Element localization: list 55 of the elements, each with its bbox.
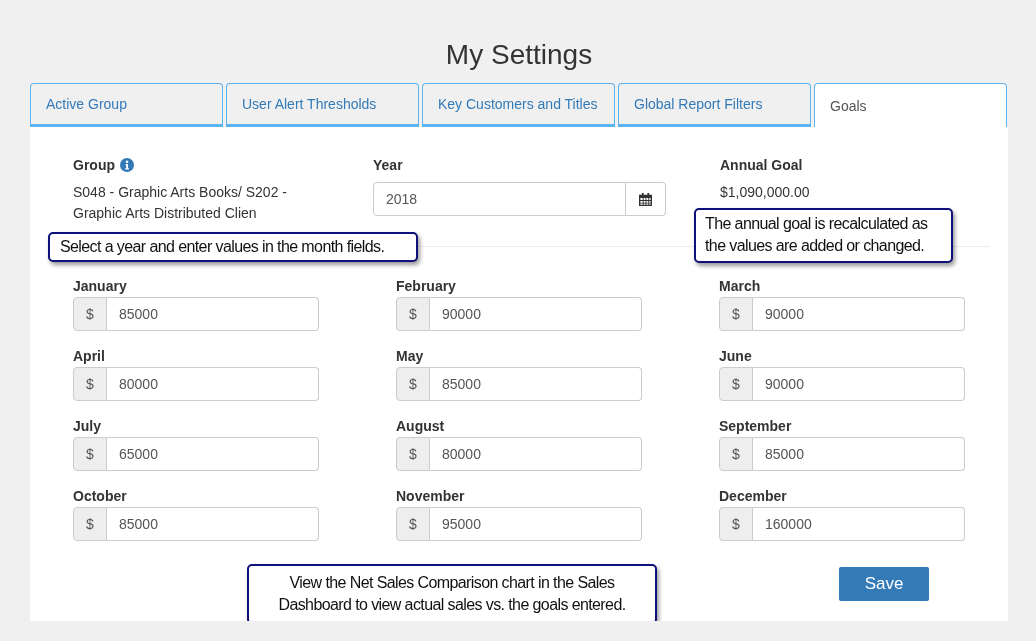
field-label: Annual Goal bbox=[720, 156, 803, 175]
callout-note: View the Net Sales Comparison chart in the Sales Dashboard to view actual sales vs. the goals entered. bbox=[247, 564, 657, 621]
currency-prefix: $ bbox=[73, 297, 107, 331]
callout-note: The annual goal is recalculated as the values are added or changed. bbox=[694, 208, 953, 263]
amount-input[interactable]: 85000 bbox=[107, 297, 319, 331]
month-label: March bbox=[719, 278, 761, 295]
field-label: Group bbox=[73, 156, 115, 175]
field-label: Year bbox=[373, 156, 403, 175]
amount-input[interactable]: 80000 bbox=[430, 437, 642, 471]
currency-prefix: $ bbox=[396, 507, 430, 541]
currency-prefix: $ bbox=[396, 437, 430, 471]
month-label: October bbox=[73, 488, 127, 505]
annual-goal-value: $1,090,000.00 bbox=[720, 183, 810, 202]
month-label: September bbox=[719, 418, 792, 435]
amount-input[interactable]: 90000 bbox=[430, 297, 642, 331]
month-label: November bbox=[396, 488, 465, 505]
amount-input[interactable]: 95000 bbox=[430, 507, 642, 541]
save-button[interactable]: Save bbox=[839, 567, 929, 601]
currency-prefix: $ bbox=[719, 507, 753, 541]
amount-input[interactable]: 90000 bbox=[753, 297, 965, 331]
page-title: My Settings bbox=[445, 38, 593, 72]
currency-prefix: $ bbox=[396, 297, 430, 331]
currency-prefix: $ bbox=[73, 437, 107, 471]
amount-input[interactable]: 65000 bbox=[107, 437, 319, 471]
amount-input[interactable]: 85000 bbox=[753, 437, 965, 471]
month-label: April bbox=[73, 348, 105, 365]
month-label: July bbox=[73, 418, 101, 435]
currency-prefix: $ bbox=[396, 367, 430, 401]
amount-input[interactable]: 90000 bbox=[753, 367, 965, 401]
tab[interactable]: Active Group bbox=[30, 83, 223, 127]
tab[interactable]: Goals bbox=[814, 83, 1007, 127]
group-text: S048 - Graphic Arts Books/ S202 - Graphic Arts Distributed Clien bbox=[73, 183, 288, 223]
month-label: February bbox=[396, 278, 456, 295]
currency-prefix: $ bbox=[73, 507, 107, 541]
tab[interactable]: Key Customers and Titles bbox=[422, 83, 615, 127]
currency-prefix: $ bbox=[719, 297, 753, 331]
month-label: December bbox=[719, 488, 787, 505]
year-input[interactable]: 2018 bbox=[373, 182, 626, 216]
month-label: June bbox=[719, 348, 752, 365]
currency-prefix: $ bbox=[719, 367, 753, 401]
tab[interactable]: User Alert Thresholds bbox=[226, 83, 419, 127]
info-icon[interactable] bbox=[120, 158, 134, 172]
month-label: May bbox=[396, 348, 424, 365]
amount-input[interactable]: 85000 bbox=[430, 367, 642, 401]
currency-prefix: $ bbox=[719, 437, 753, 471]
amount-input[interactable]: 160000 bbox=[753, 507, 965, 541]
calendar-button[interactable] bbox=[626, 182, 666, 216]
amount-input[interactable]: 80000 bbox=[107, 367, 319, 401]
calendar-icon bbox=[639, 192, 652, 206]
callout-note: Select a year and enter values in the month fields. bbox=[48, 232, 418, 262]
amount-input[interactable]: 85000 bbox=[107, 507, 319, 541]
tab[interactable]: Global Report Filters bbox=[618, 83, 811, 127]
month-label: January bbox=[73, 278, 127, 295]
month-label: August bbox=[396, 418, 445, 435]
currency-prefix: $ bbox=[73, 367, 107, 401]
